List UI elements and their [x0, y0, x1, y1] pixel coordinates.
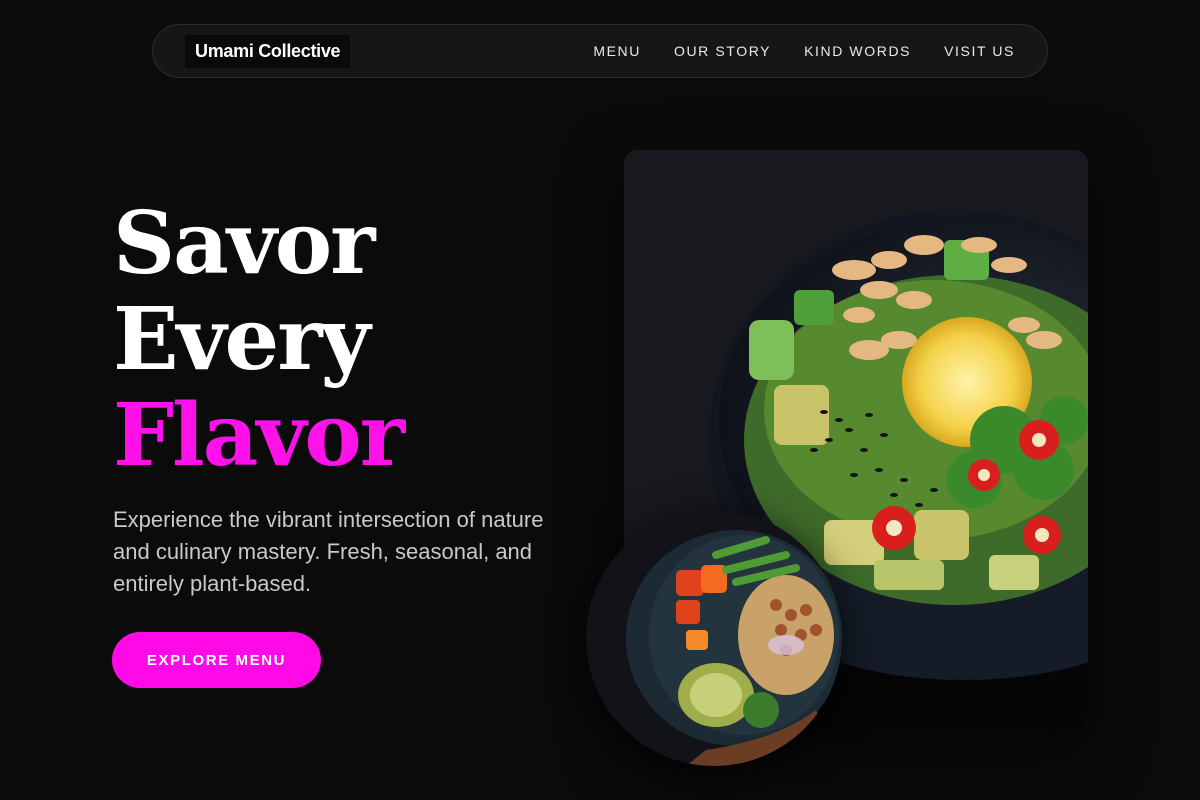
hero-subtitle: Experience the vibrant intersection of n…	[113, 507, 544, 596]
nav-link-kind-words[interactable]: KIND WORDS	[804, 43, 911, 59]
nav-links: MENU OUR STORY KIND WORDS VISIT US	[593, 43, 1015, 59]
nav-link-menu[interactable]: MENU	[593, 43, 641, 59]
grain-bowl-photo	[586, 510, 842, 766]
hero-title-line-1: Savor	[113, 193, 375, 294]
nav-link-visit-us[interactable]: VISIT US	[944, 43, 1015, 59]
navbar: Umami Collective MENU OUR STORY KIND WOR…	[152, 24, 1048, 78]
hero-title-line-2: Every	[113, 289, 371, 390]
hero-title: Savor Every Flavor	[113, 193, 405, 486]
nav-link-our-story[interactable]: OUR STORY	[674, 43, 771, 59]
explore-menu-button[interactable]: EXPLORE MENU	[112, 632, 321, 688]
hero-title-accent: Flavor	[113, 385, 405, 486]
brand-logo[interactable]: Umami Collective	[185, 34, 351, 68]
